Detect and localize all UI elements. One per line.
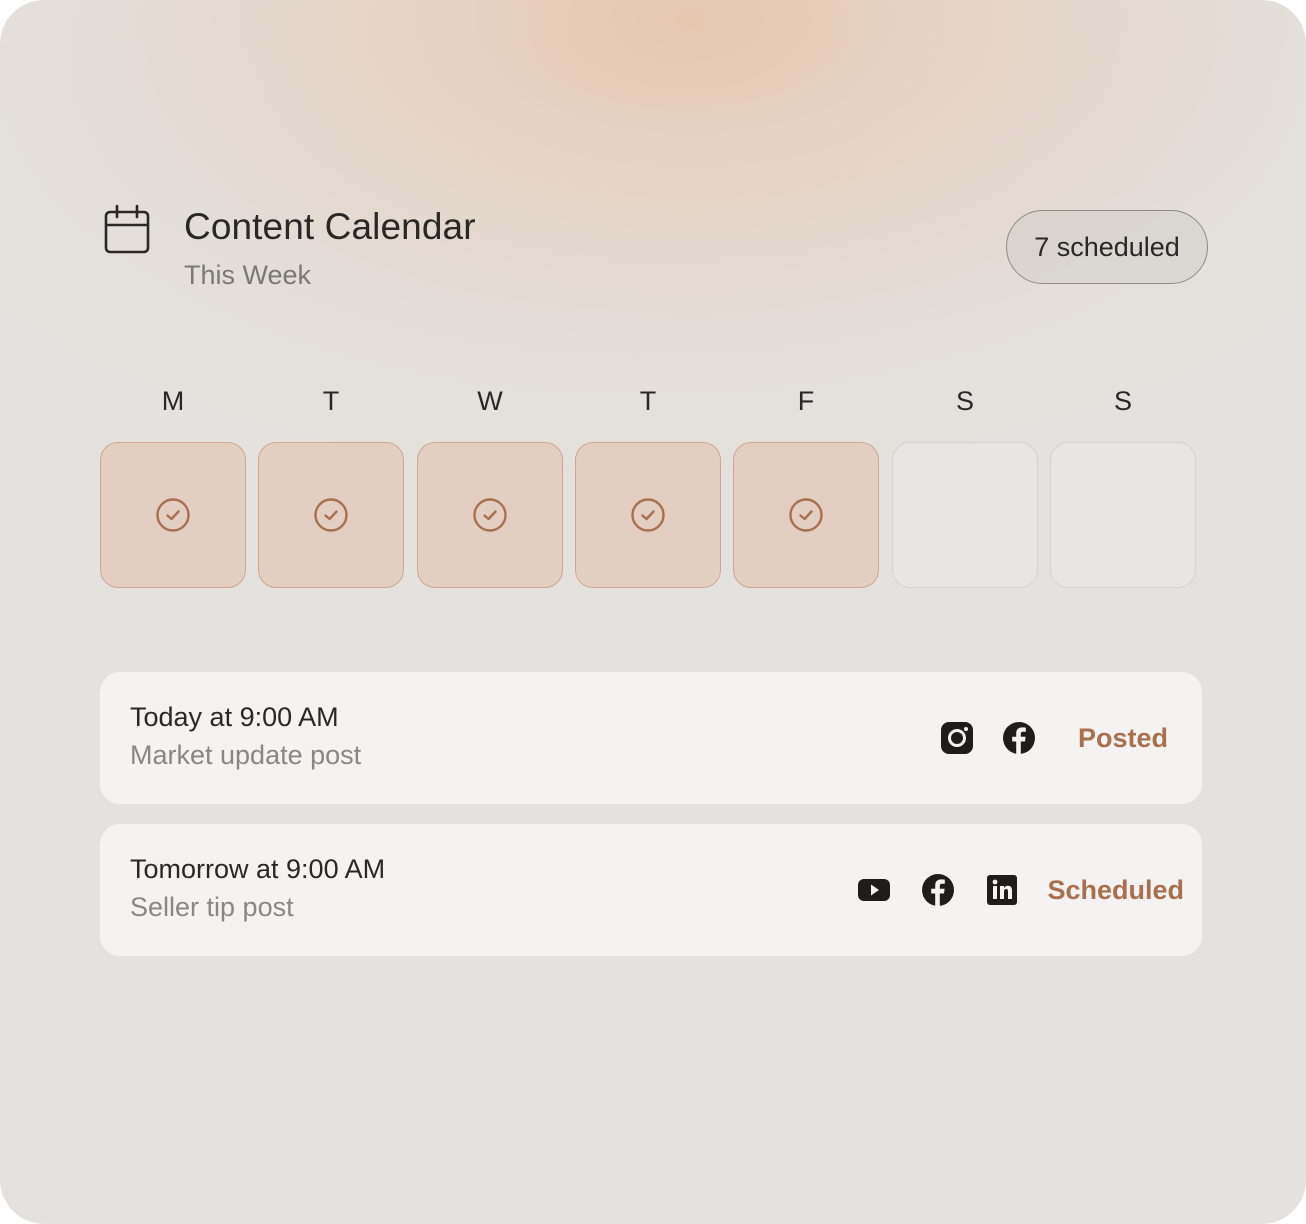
post-description: Seller tip post xyxy=(130,892,294,922)
day-cell-completed[interactable] xyxy=(733,442,879,588)
facebook-icon[interactable] xyxy=(1002,721,1036,755)
day-label: S xyxy=(955,386,974,416)
post-meta: Scheduled xyxy=(857,824,1184,956)
check-circle-icon xyxy=(155,497,191,533)
day-label: W xyxy=(477,386,503,416)
day-cell-completed[interactable] xyxy=(417,442,563,588)
day-cell-empty[interactable] xyxy=(1050,442,1196,588)
post-time: Tomorrow at 9:00 AM xyxy=(130,854,386,884)
calendar-header: Content Calendar This Week 7 scheduled xyxy=(104,204,1208,304)
check-circle-icon xyxy=(313,497,349,533)
day-label: S xyxy=(1113,386,1132,416)
youtube-icon[interactable] xyxy=(857,873,891,907)
facebook-icon[interactable] xyxy=(921,873,955,907)
post-status: Scheduled xyxy=(1047,874,1184,905)
day-label: M xyxy=(161,386,185,416)
check-circle-icon xyxy=(630,497,666,533)
post-item[interactable]: Today at 9:00 AM Market update post Post… xyxy=(100,672,1202,804)
post-description: Market update post xyxy=(130,740,362,770)
day-label: T xyxy=(322,386,340,416)
post-time: Today at 9:00 AM xyxy=(130,702,339,732)
day-cell-empty[interactable] xyxy=(892,442,1038,588)
check-circle-icon xyxy=(788,497,824,533)
day-label: T xyxy=(639,386,657,416)
page-subtitle: This Week xyxy=(184,260,312,290)
day-cell-completed[interactable] xyxy=(575,442,721,588)
day-cell-completed[interactable] xyxy=(100,442,246,588)
check-circle-icon xyxy=(472,497,508,533)
calendar-icon xyxy=(104,204,152,256)
post-item[interactable]: Tomorrow at 9:00 AM Seller tip post Sche… xyxy=(100,824,1202,956)
day-label: F xyxy=(797,386,815,416)
content-calendar-card: Content Calendar This Week 7 scheduled M… xyxy=(0,0,1306,1224)
scheduled-count-badge[interactable]: 7 scheduled xyxy=(1006,210,1208,284)
post-meta: Posted xyxy=(940,672,1168,804)
background-glow xyxy=(0,0,1306,1224)
page-title: Content Calendar xyxy=(184,206,476,247)
instagram-icon[interactable] xyxy=(940,721,974,755)
linkedin-icon[interactable] xyxy=(985,873,1019,907)
day-cell-completed[interactable] xyxy=(258,442,404,588)
post-status: Posted xyxy=(1077,722,1168,753)
